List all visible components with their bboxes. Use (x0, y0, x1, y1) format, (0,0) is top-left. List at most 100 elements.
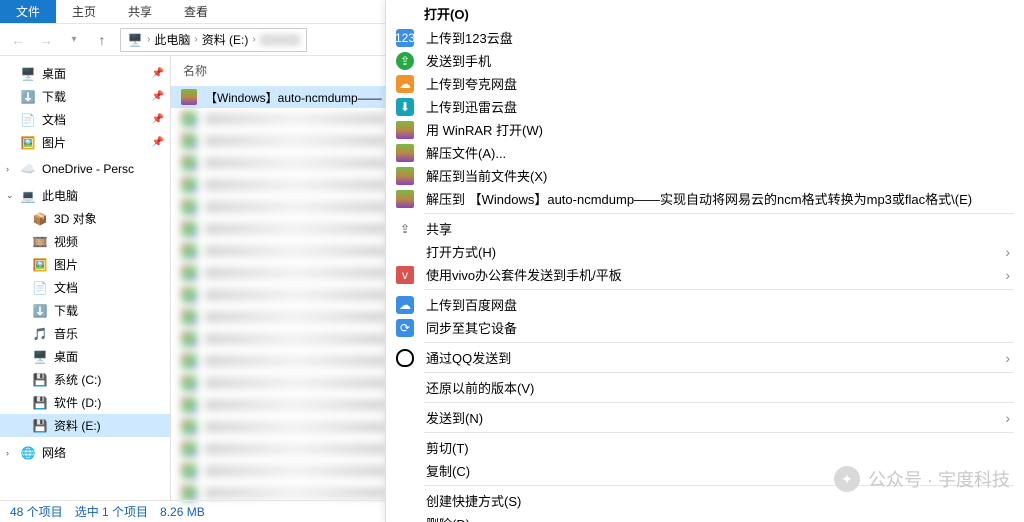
file-icon (181, 309, 197, 325)
sidebar-item[interactable]: ⌄💻此电脑 (0, 184, 170, 207)
file-name-blurred (205, 311, 385, 323)
context-menu-header[interactable]: 打开(O) (386, 0, 1024, 26)
sidebar-item-label: 系统 (C:) (54, 371, 101, 388)
archive-icon (181, 89, 197, 105)
sidebar-item[interactable]: 📄文档📌 (0, 108, 170, 131)
sidebar-item[interactable]: 🖼️ 图片 📌 (0, 131, 170, 154)
context-menu-item[interactable]: 发送到(N)› (386, 406, 1024, 429)
file-name-blurred (205, 333, 385, 345)
file-name-blurred (205, 223, 385, 235)
sidebar-item[interactable]: 💾资料 (E:) (0, 414, 170, 437)
sidebar-item-label: 下载 (42, 88, 66, 105)
file-icon (181, 177, 197, 193)
ribbon-tab-3[interactable]: 查看 (168, 0, 224, 23)
context-menu-item[interactable]: 打开方式(H)› (386, 240, 1024, 263)
file-icon (181, 287, 197, 303)
context-menu-item[interactable]: ☁上传到百度网盘 (386, 293, 1024, 316)
menu-item-label: 解压文件(A)... (426, 143, 1010, 162)
sidebar-item[interactable]: ⬇️下载 (0, 299, 170, 322)
context-menu-item[interactable]: 创建快捷方式(S) (386, 489, 1024, 512)
context-menu-item[interactable]: ⇪发送到手机 (386, 49, 1024, 72)
context-menu-item[interactable]: ⇪共享 (386, 217, 1024, 240)
sidebar-item[interactable]: 🖥️桌面 (0, 345, 170, 368)
menu-item-label: 删除(D) (426, 514, 1010, 522)
pin-icon: 📌 (152, 137, 164, 148)
context-menu-item[interactable]: 复制(C) (386, 459, 1024, 482)
context-menu-item[interactable]: 还原以前的版本(V) (386, 376, 1024, 399)
context-menu-item[interactable]: ☁上传到夸克网盘 (386, 72, 1024, 95)
chevron-right-icon: › (1005, 244, 1010, 260)
menu-item-icon: ⟳ (396, 319, 414, 337)
context-menu-item[interactable]: 删除(D) (386, 512, 1024, 522)
menu-item-label: 复制(C) (426, 461, 1010, 480)
ribbon-tab-2[interactable]: 共享 (112, 0, 168, 23)
ribbon-tab-0[interactable]: 文件 (0, 0, 56, 23)
sidebar-item[interactable]: 📄文档 (0, 276, 170, 299)
file-icon (181, 199, 197, 215)
sidebar-item-label: 图片 (42, 134, 66, 151)
file-name-blurred (205, 179, 385, 191)
menu-item-icon: ☁ (396, 75, 414, 93)
file-icon (181, 375, 197, 391)
context-menu-item[interactable]: 解压到当前文件夹(X) (386, 164, 1024, 187)
sidebar: 🖥️桌面📌⬇️下载📌📄文档📌🖼️图片📌›☁️OneDrive - Persc⌄💻… (0, 56, 170, 500)
file-name-blurred (205, 113, 385, 125)
sidebar-item[interactable]: 💾系统 (C:) (0, 368, 170, 391)
sidebar-item[interactable]: ›🌐网络 (0, 441, 170, 464)
cloud-icon: ☁️ (20, 161, 36, 177)
sidebar-item[interactable]: ›☁️OneDrive - Persc (0, 158, 170, 180)
menu-item-label: 创建快捷方式(S) (426, 491, 1010, 510)
context-menu-item[interactable]: 解压到 【Windows】auto-ncmdump——实现自动将网易云的ncm格… (386, 187, 1024, 210)
sidebar-item[interactable]: 💾软件 (D:) (0, 391, 170, 414)
separator (424, 485, 1014, 486)
nav-up-button[interactable]: ↑ (92, 30, 112, 50)
file-icon (181, 353, 197, 369)
context-menu-item[interactable]: 通过QQ发送到› (386, 346, 1024, 369)
file-name-blurred (205, 443, 385, 455)
sidebar-item-label: OneDrive - Persc (42, 162, 134, 176)
context-menu-item[interactable]: ⬇上传到迅雷云盘 (386, 95, 1024, 118)
menu-item-icon: ⇪ (396, 52, 414, 70)
menu-item-label: 用 WinRAR 打开(W) (426, 120, 1010, 139)
breadcrumb-part[interactable]: 此电脑 (154, 31, 190, 48)
sidebar-item[interactable]: 🖼️图片 (0, 253, 170, 276)
context-menu-item[interactable]: 剪切(T) (386, 436, 1024, 459)
sidebar-item-label: 3D 对象 (54, 210, 97, 227)
context-menu-item[interactable]: ⟳同步至其它设备 (386, 316, 1024, 339)
breadcrumb-part[interactable]: 资料 (E:) (202, 31, 249, 48)
context-menu-item[interactable]: v使用vivo办公套件发送到手机/平板› (386, 263, 1024, 286)
chevron-right-icon: › (194, 34, 197, 45)
pic-icon: 🖼️ (20, 135, 36, 151)
sidebar-item[interactable]: ⬇️下载📌 (0, 85, 170, 108)
file-icon (181, 243, 197, 259)
context-menu-item[interactable]: 用 WinRAR 打开(W) (386, 118, 1024, 141)
sidebar-item[interactable]: 🖥️桌面📌 (0, 62, 170, 85)
sidebar-item-label: 软件 (D:) (54, 394, 101, 411)
breadcrumb-blurred (260, 34, 300, 46)
chevron-right-icon: › (147, 34, 150, 45)
chevron-right-icon: › (1005, 350, 1010, 366)
sidebar-item[interactable]: 🎞️视频 (0, 230, 170, 253)
breadcrumb[interactable]: 🖥️ › 此电脑 › 资料 (E:) › (120, 28, 307, 52)
file-name-blurred (205, 157, 385, 169)
3d-icon: 📦 (32, 211, 48, 227)
sidebar-item[interactable]: 📦 3D 对象 (0, 207, 170, 230)
nav-back-button[interactable]: ← (8, 30, 28, 50)
file-name-blurred (205, 399, 385, 411)
nav-recent-chevron[interactable]: ▾ (64, 30, 84, 50)
doc-icon: 📄 (32, 280, 48, 296)
sidebar-item[interactable]: 🎵音乐 (0, 322, 170, 345)
context-menu-item[interactable]: 解压文件(A)... (386, 141, 1024, 164)
net-icon: 🌐 (20, 445, 36, 461)
nav-forward-button[interactable]: → (36, 30, 56, 50)
menu-item-icon (396, 167, 414, 185)
file-name-blurred (205, 421, 385, 433)
status-selected: 选中 1 个项目 (75, 503, 148, 520)
context-menu-item[interactable]: 123上传到123云盘 (386, 26, 1024, 49)
separator (424, 372, 1014, 373)
ribbon-tab-1[interactable]: 主页 (56, 0, 112, 23)
chevron-icon: › (6, 448, 9, 458)
file-icon (181, 133, 197, 149)
drive-icon: 💾 (32, 418, 48, 434)
file-icon (181, 155, 197, 171)
